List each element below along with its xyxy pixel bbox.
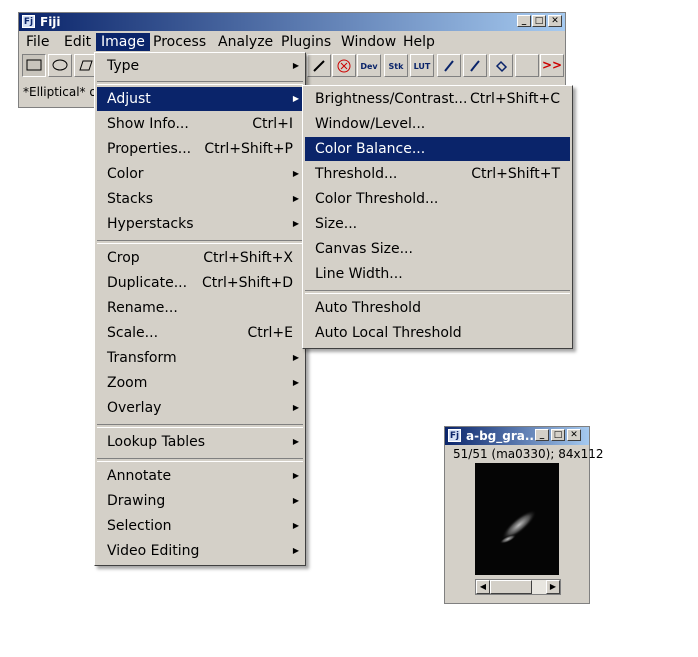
menu-item-color-balance[interactable]: Color Balance... <box>305 137 570 161</box>
empty-tool-slot <box>515 54 539 77</box>
menu-item-brightness-contrast[interactable]: Brightness/Contrast... Ctrl+Shift+C <box>305 87 570 111</box>
submenu-arrow-icon: ▶ <box>292 353 299 362</box>
main-titlebar[interactable]: Fj Fiji _ □ ✕ <box>19 13 565 31</box>
close-icon[interactable]: ✕ <box>548 15 562 27</box>
menubar: File Edit Image Process Analyze Plugins … <box>19 31 565 53</box>
submenu-arrow-icon: ▶ <box>292 521 299 530</box>
brush-tool-icon[interactable] <box>463 54 487 77</box>
menu-item-type[interactable]: Type ▶ <box>97 54 303 78</box>
menu-item-color-threshold[interactable]: Color Threshold... <box>305 187 570 211</box>
submenu-arrow-icon: ▶ <box>292 437 299 446</box>
menu-item-stacks[interactable]: Stacks ▶ <box>97 187 303 211</box>
submenu-arrow-icon: ▶ <box>292 496 299 505</box>
menu-item-color[interactable]: Color ▶ <box>97 162 303 186</box>
menu-separator <box>97 424 303 428</box>
image-window-title: a-bg_gra... <box>466 429 539 443</box>
menu-item-line-width[interactable]: Line Width... <box>305 262 570 286</box>
menu-item-crop[interactable]: Crop Ctrl+Shift+X <box>97 246 303 270</box>
minimize-icon[interactable]: _ <box>535 429 549 441</box>
submenu-arrow-icon: ▶ <box>292 378 299 387</box>
menu-item-drawing[interactable]: Drawing ▶ <box>97 489 303 513</box>
menu-plugins[interactable]: Plugins <box>276 33 336 51</box>
menu-item-auto-threshold[interactable]: Auto Threshold <box>305 296 570 320</box>
close-icon[interactable]: ✕ <box>567 429 581 441</box>
menu-item-properties[interactable]: Properties... Ctrl+Shift+P <box>97 137 303 161</box>
submenu-arrow-icon: ▶ <box>292 169 299 178</box>
menu-separator <box>97 240 303 244</box>
submenu-arrow-icon: ▶ <box>292 61 299 70</box>
menu-item-duplicate[interactable]: Duplicate... Ctrl+Shift+D <box>97 271 303 295</box>
menu-item-hyperstacks[interactable]: Hyperstacks ▶ <box>97 212 303 236</box>
menu-item-selection[interactable]: Selection ▶ <box>97 514 303 538</box>
menu-separator <box>305 290 570 294</box>
menu-file[interactable]: File <box>21 33 54 51</box>
maximize-icon[interactable]: □ <box>532 15 546 27</box>
flood-fill-icon[interactable] <box>489 54 513 77</box>
image-window: Fj a-bg_gra... _ □ ✕ 51/51 (ma0330); 84x… <box>444 426 603 604</box>
menu-analyze[interactable]: Analyze <box>213 33 278 51</box>
pencil-tool-icon[interactable] <box>437 54 461 77</box>
menu-item-annotate[interactable]: Annotate ▶ <box>97 464 303 488</box>
menu-item-zoom[interactable]: Zoom ▶ <box>97 371 303 395</box>
menu-item-window-level[interactable]: Window/Level... <box>305 112 570 136</box>
lut-tool-button[interactable]: LUT <box>410 54 434 77</box>
remove-tool-icon[interactable] <box>332 54 356 77</box>
menu-separator <box>97 458 303 462</box>
scroll-right-icon[interactable]: ▶ <box>546 580 560 594</box>
submenu-arrow-icon: ▶ <box>292 94 299 103</box>
submenu-arrow-icon: ▶ <box>292 403 299 412</box>
menu-item-adjust[interactable]: Adjust ▶ <box>97 87 303 111</box>
submenu-arrow-icon: ▶ <box>292 219 299 228</box>
menu-help[interactable]: Help <box>398 33 440 51</box>
menu-window[interactable]: Window <box>336 33 401 51</box>
status-text: *Elliptical* or <box>23 85 102 99</box>
menu-item-canvas-size[interactable]: Canvas Size... <box>305 237 570 261</box>
submenu-arrow-icon: ▶ <box>292 546 299 555</box>
submenu-arrow-icon: ▶ <box>292 194 299 203</box>
image-menu: Type ▶ Adjust ▶ Show Info... Ctrl+I Propert… <box>94 52 306 566</box>
horizontal-scrollbar[interactable]: ◀ ▶ <box>475 579 561 595</box>
menu-item-auto-local-threshold[interactable]: Auto Local Threshold <box>305 321 570 345</box>
image-window-app-icon: Fj <box>448 429 461 442</box>
menu-item-rename[interactable]: Rename... <box>97 296 303 320</box>
image-content <box>499 509 537 544</box>
menu-item-overlay[interactable]: Overlay ▶ <box>97 396 303 420</box>
image-window-titlebar[interactable]: Fj a-bg_gra... _ □ ✕ <box>445 427 589 445</box>
image-info-text: 51/51 (ma0330); 84x112 <box>453 447 604 461</box>
oval-tool-icon[interactable] <box>48 54 72 77</box>
scroll-thumb[interactable] <box>490 580 532 594</box>
adjust-submenu: Brightness/Contrast... Ctrl+Shift+C Windo… <box>302 85 573 349</box>
dev-tool-button[interactable]: Dev <box>357 54 381 77</box>
more-tools-button[interactable]: >> <box>540 54 564 77</box>
main-window-title: Fiji <box>40 15 61 29</box>
fiji-app-icon: Fj <box>22 15 35 28</box>
rectangle-tool-icon[interactable] <box>22 54 46 77</box>
scroll-left-icon[interactable]: ◀ <box>476 580 490 594</box>
menu-item-scale[interactable]: Scale... Ctrl+E <box>97 321 303 345</box>
color-picker-icon[interactable] <box>307 54 331 77</box>
menu-image[interactable]: Image <box>96 33 150 51</box>
menu-item-size[interactable]: Size... <box>305 212 570 236</box>
menu-item-video-editing[interactable]: Video Editing ▶ <box>97 539 303 563</box>
menu-item-lookup-tables[interactable]: Lookup Tables ▶ <box>97 430 303 454</box>
minimize-icon[interactable]: _ <box>517 15 531 27</box>
menu-item-transform[interactable]: Transform ▶ <box>97 346 303 370</box>
submenu-arrow-icon: ▶ <box>292 471 299 480</box>
menu-item-show-info[interactable]: Show Info... Ctrl+I <box>97 112 303 136</box>
menu-item-threshold[interactable]: Threshold... Ctrl+Shift+T <box>305 162 570 186</box>
maximize-icon[interactable]: □ <box>551 429 565 441</box>
stk-tool-button[interactable]: Stk <box>384 54 408 77</box>
menu-edit[interactable]: Edit <box>59 33 96 51</box>
image-canvas[interactable] <box>475 463 559 575</box>
menu-separator <box>97 81 303 85</box>
menu-process[interactable]: Process <box>148 33 211 51</box>
